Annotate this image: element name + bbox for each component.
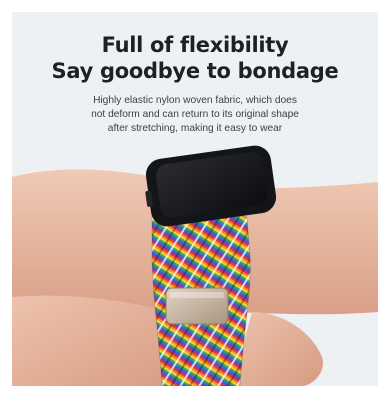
headline-line-1: Full of flexibility: [101, 33, 289, 57]
description-line-2: not deform and can return to its origina…: [91, 109, 299, 120]
headline: Full of flexibility Say goodbye to bonda…: [12, 32, 378, 84]
description: Highly elastic nylon woven fabric, which…: [12, 94, 378, 136]
description-line-1: Highly elastic nylon woven fabric, which…: [93, 95, 297, 106]
description-line-3: after stretching, making it easy to wear: [107, 123, 283, 134]
headline-line-2: Say goodbye to bondage: [51, 59, 339, 83]
product-banner: Full of flexibility Say goodbye to bonda…: [12, 12, 378, 386]
